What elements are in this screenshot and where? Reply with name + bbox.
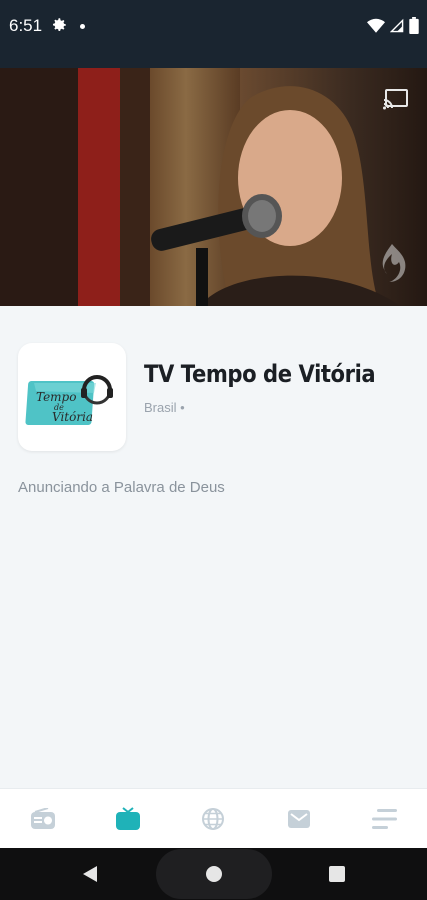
nav-item-menu[interactable] — [354, 789, 414, 849]
nav-item-tv[interactable] — [98, 789, 158, 849]
status-bar: 6:51 — [0, 0, 427, 58]
logo-text-vitoria: Vitória — [52, 410, 93, 424]
nav-item-mail[interactable] — [269, 789, 329, 849]
channel-meta: Brasil • — [144, 400, 185, 415]
tempo-de-vitoria-logo: Tempo de Vitória — [25, 375, 113, 425]
wifi-icon — [367, 18, 385, 33]
flame-watermark-icon — [382, 244, 406, 282]
bottom-nav — [0, 788, 427, 848]
gear-icon — [53, 18, 66, 31]
video-top-band — [0, 58, 427, 68]
battery-icon — [409, 17, 419, 34]
video-player[interactable] — [0, 68, 427, 306]
nav-item-radio[interactable] — [13, 789, 73, 849]
channel-description: Anunciando a Palavra de Deus — [18, 479, 225, 496]
recents-icon[interactable] — [329, 866, 345, 882]
nav-item-globe[interactable] — [183, 789, 243, 849]
mail-icon — [287, 809, 310, 828]
cast-icon[interactable] — [383, 88, 409, 110]
globe-icon — [202, 807, 225, 830]
back-icon[interactable] — [81, 865, 99, 883]
status-time: 6:51 — [9, 16, 43, 35]
signal-icon — [390, 18, 404, 32]
home-icon[interactable] — [206, 866, 222, 882]
status-icons — [367, 17, 419, 34]
menu-icon — [372, 808, 398, 829]
radio-icon — [30, 807, 55, 829]
tv-icon — [116, 806, 141, 830]
notification-dot-icon — [80, 24, 85, 29]
video-frame — [151, 86, 400, 306]
system-nav-bar — [0, 848, 427, 900]
channel-title: TV Tempo de Vitória — [144, 360, 376, 388]
channel-logo: Tempo de Vitória — [18, 343, 126, 451]
logo-text-tempo: Tempo — [36, 390, 76, 404]
